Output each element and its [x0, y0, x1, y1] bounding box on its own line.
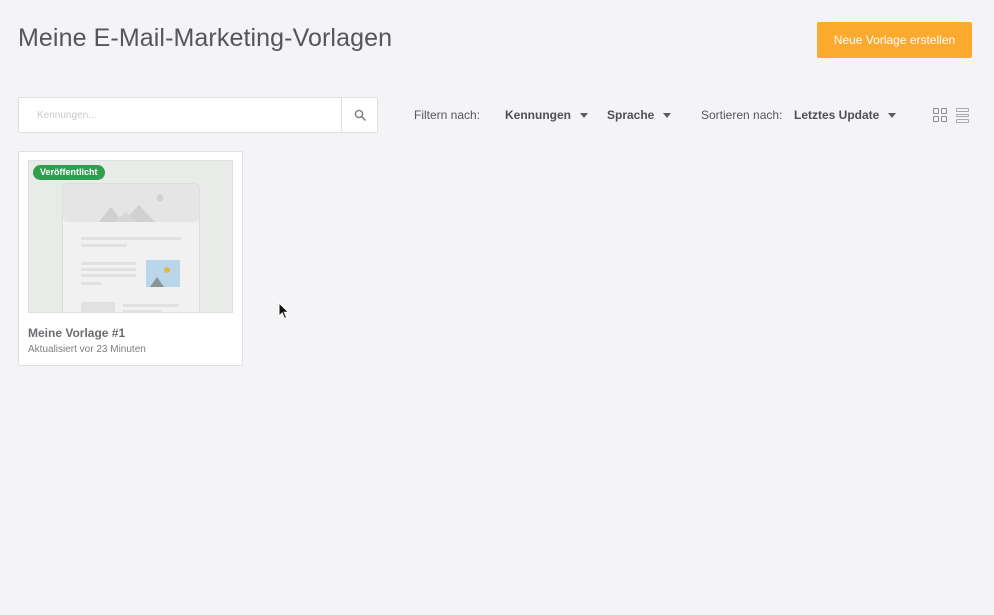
chevron-down-icon	[663, 113, 672, 118]
filter-language-label: Sprache	[607, 108, 655, 122]
filter-language-dropdown[interactable]: Sprache	[607, 108, 672, 122]
filter-label: Filtern nach:	[414, 108, 481, 122]
sort-label: Sortieren nach:	[701, 108, 783, 122]
search-icon	[354, 109, 366, 121]
grid-view-icon[interactable]	[933, 108, 949, 123]
page-title: Meine E-Mail-Marketing-Vorlagen	[18, 24, 393, 52]
status-badge: Veröffentlicht	[33, 165, 105, 180]
search-box	[18, 97, 378, 133]
sort-value: Letztes Update	[794, 108, 880, 122]
chevron-down-icon	[888, 113, 897, 118]
chevron-down-icon	[580, 113, 588, 118]
sort-dropdown[interactable]: Letztes Update	[794, 108, 897, 122]
filter-tags-dropdown[interactable]: Kennungen	[505, 108, 588, 122]
email-preview-image	[29, 161, 232, 312]
list-view-icon[interactable]	[956, 108, 969, 124]
create-template-button[interactable]: Neue Vorlage erstellen	[817, 22, 972, 58]
search-input[interactable]	[19, 98, 341, 132]
mouse-cursor-icon	[278, 302, 290, 320]
search-button[interactable]	[341, 98, 377, 132]
template-thumbnail: Veröffentlicht	[28, 160, 233, 313]
template-name: Meine Vorlage #1	[28, 326, 126, 340]
template-card[interactable]: Veröffentlicht Meine Vorlage #1 Aktualis…	[18, 151, 243, 366]
filter-tags-label: Kennungen	[505, 108, 571, 122]
template-updated: Aktualisiert vor 23 Minuten	[28, 344, 146, 355]
templates-page: Meine E-Mail-Marketing-Vorlagen Neue Vor…	[0, 0, 994, 615]
